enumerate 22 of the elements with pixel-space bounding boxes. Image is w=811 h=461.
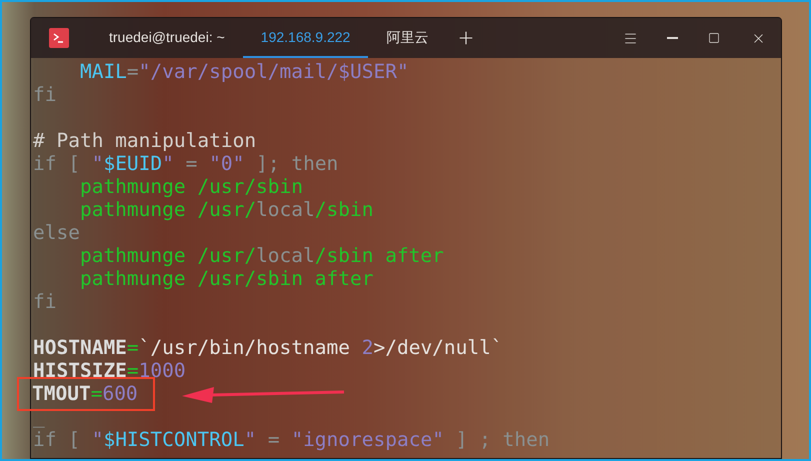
minimize-icon bbox=[666, 37, 678, 39]
code-line: HISTSIZE=1000 bbox=[33, 359, 186, 382]
tab[interactable]: truedei@truedei: ~ bbox=[91, 18, 243, 58]
code-line: MAIL="/var/spool/mail/$USER" bbox=[78, 60, 409, 83]
code-line: pathmunge /usr/local/sbin bbox=[78, 198, 374, 221]
tab[interactable]: 192.168.9.222 bbox=[242, 18, 368, 58]
code-line: pathmunge /usr/sbin bbox=[78, 175, 304, 198]
menu-icon bbox=[622, 30, 638, 46]
terminal-icon bbox=[49, 28, 69, 48]
code-line: if [ "$HISTCONTROL" = "ignorespace" ] ; then bbox=[33, 428, 550, 451]
code-line: if [ "$EUID" = "0" ]; then bbox=[33, 152, 338, 175]
code-line: TMOUT=600 bbox=[32, 382, 138, 405]
code-line: fi bbox=[33, 83, 56, 106]
code-line: pathmunge /usr/local/sbin after bbox=[78, 244, 444, 267]
code-line: pathmunge /usr/sbin after bbox=[78, 267, 374, 290]
tab[interactable]: 阿里云 bbox=[368, 18, 446, 58]
code-line: _ bbox=[33, 405, 45, 428]
code-line: HOSTNAME=`/usr/bin/hostname 2>/dev/null` bbox=[33, 336, 503, 359]
maximize-icon bbox=[708, 32, 720, 44]
code-line: else bbox=[33, 221, 80, 244]
code-line: # Path manipulation bbox=[33, 129, 256, 152]
code-line: fi bbox=[33, 290, 56, 313]
